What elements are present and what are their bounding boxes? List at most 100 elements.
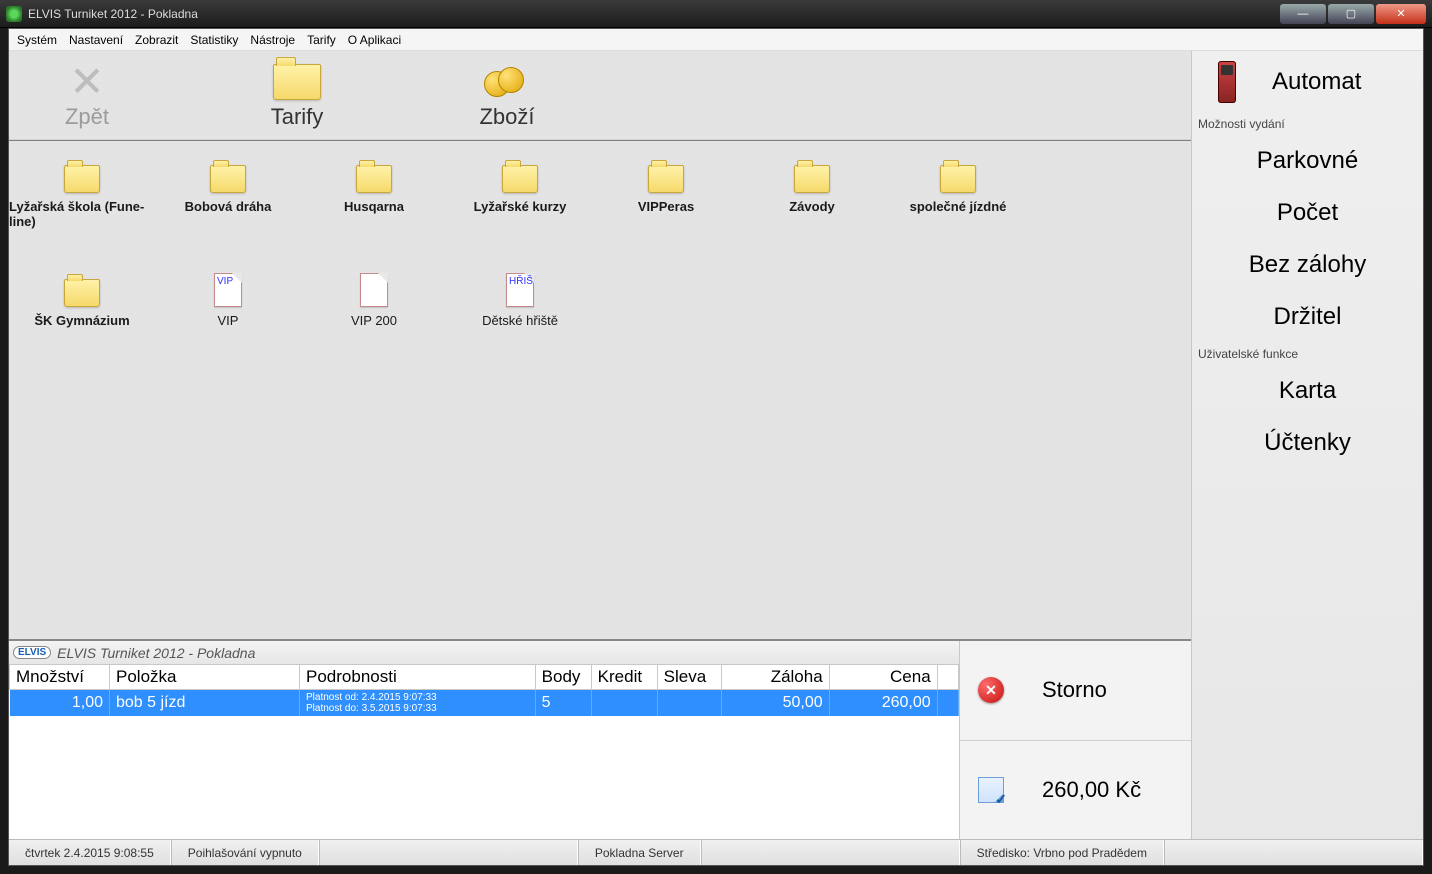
cell-deposit: 50,00	[721, 690, 829, 717]
menu-tools[interactable]: Nástroje	[250, 33, 295, 47]
section-issue-options: Možnosti vydání	[1192, 113, 1423, 135]
col-details[interactable]: Podrobnosti	[300, 665, 536, 690]
window-title: ELVIS Turniket 2012 - Pokladna	[28, 7, 1278, 21]
minimize-button[interactable]: —	[1280, 4, 1326, 24]
menu-system[interactable]: Systém	[17, 33, 57, 47]
app-icon	[6, 6, 22, 22]
status-spacer3	[1164, 840, 1423, 865]
order-panel: ELVIS ELVIS Turniket 2012 - Pokladna	[9, 639, 1191, 839]
folder-icon	[64, 165, 100, 193]
category-label: Dětské hřiště	[482, 313, 558, 328]
pocet-button[interactable]: Počet	[1192, 187, 1423, 239]
status-spacer1	[319, 840, 578, 865]
col-item[interactable]: Položka	[110, 665, 300, 690]
folder-icon	[356, 165, 392, 193]
menu-settings[interactable]: Nastavení	[69, 33, 123, 47]
category-item[interactable]: Husqarna	[301, 159, 447, 229]
status-server: Pokladna Server	[578, 840, 701, 865]
titlebar[interactable]: ELVIS Turniket 2012 - Pokladna — ▢ ✕	[0, 0, 1432, 28]
category-label: Husqarna	[344, 199, 404, 214]
cell-item: bob 5 jízd	[110, 690, 300, 717]
category-label: Lyžařské kurzy	[474, 199, 567, 214]
category-label: VIP	[218, 313, 239, 328]
back-button[interactable]: ✕ Zpět	[17, 60, 157, 130]
menu-stats[interactable]: Statistiky	[190, 33, 238, 47]
client-area: Systém Nastavení Zobrazit Statistiky Nás…	[8, 28, 1424, 866]
back-label: Zpět	[65, 104, 109, 130]
menubar: Systém Nastavení Zobrazit Statistiky Nás…	[9, 29, 1423, 51]
scanner-icon	[1218, 61, 1236, 103]
goods-button[interactable]: Zboží	[437, 60, 577, 130]
category-label: VIP 200	[351, 313, 397, 328]
total-label: 260,00 Kč	[1042, 777, 1141, 803]
category-item[interactable]: ŠK Gymnázium	[9, 273, 155, 328]
col-discount[interactable]: Sleva	[657, 665, 721, 690]
folder-icon	[502, 165, 538, 193]
col-credit[interactable]: Kredit	[591, 665, 657, 690]
category-item[interactable]: Lyžařská škola (Fune-line)	[9, 159, 155, 229]
cell-qty: 1,00	[10, 690, 110, 717]
tariffs-label: Tarify	[271, 104, 324, 130]
toolbar: ✕ Zpět Tarify Zboží	[9, 51, 1191, 141]
folder-icon	[273, 64, 321, 100]
menu-tariffs[interactable]: Tarify	[307, 33, 336, 47]
elvis-logo: ELVIS	[13, 646, 51, 659]
order-title: ELVIS Turniket 2012 - Pokladna	[57, 645, 255, 661]
close-button[interactable]: ✕	[1376, 4, 1426, 24]
section-user-functions: Uživatelské funkce	[1192, 343, 1423, 365]
uctenky-button[interactable]: Účtenky	[1192, 417, 1423, 469]
document-icon: VIP	[214, 273, 242, 307]
category-item[interactable]: Bobová dráha	[155, 159, 301, 229]
cancel-icon	[978, 677, 1004, 703]
category-area: Lyžařská škola (Fune-line) Bobová dráha Hu…	[9, 141, 1191, 639]
maximize-button[interactable]: ▢	[1328, 4, 1374, 24]
category-item[interactable]: VIP VIP	[155, 273, 301, 328]
col-spacer	[937, 665, 958, 690]
cell-spacer	[937, 690, 958, 717]
category-label: společné jízdné	[910, 199, 1007, 214]
col-qty[interactable]: Množství	[10, 665, 110, 690]
storno-button[interactable]: Storno	[960, 641, 1191, 740]
automat-label: Automat	[1272, 68, 1361, 96]
category-label: ŠK Gymnázium	[34, 313, 129, 328]
category-item[interactable]: Závody	[739, 159, 885, 229]
cell-credit	[591, 690, 657, 717]
coins-icon	[484, 67, 530, 97]
category-label: VIPPeras	[638, 199, 694, 214]
category-item[interactable]: Lyžařské kurzy	[447, 159, 593, 229]
statusbar: čtvrtek 2.4.2015 9:08:55 Poihlašování vy…	[9, 839, 1423, 865]
karta-button[interactable]: Karta	[1192, 365, 1423, 417]
document-icon	[360, 273, 388, 307]
category-label: Lyžařská škola (Fune-line)	[9, 199, 155, 229]
menu-about[interactable]: O Aplikaci	[348, 33, 401, 47]
folder-icon	[940, 165, 976, 193]
storno-label: Storno	[1042, 677, 1107, 703]
cell-discount	[657, 690, 721, 717]
total-button[interactable]: 260,00 Kč	[960, 740, 1191, 840]
category-item[interactable]: VIP 200	[301, 273, 447, 328]
goods-label: Zboží	[479, 104, 534, 130]
bez-zalohy-button[interactable]: Bez zálohy	[1192, 239, 1423, 291]
parkovne-button[interactable]: Parkovné	[1192, 135, 1423, 187]
category-label: Závody	[789, 199, 835, 214]
x-icon: ✕	[69, 61, 104, 103]
order-table: Množství Položka Podrobnosti Body Kredit…	[9, 665, 959, 839]
folder-icon	[64, 279, 100, 307]
category-item[interactable]: společné jízdné	[885, 159, 1031, 229]
category-item[interactable]: VIPPeras	[593, 159, 739, 229]
automat-button[interactable]: Automat	[1192, 51, 1423, 113]
cell-price: 260,00	[829, 690, 937, 717]
col-points[interactable]: Body	[535, 665, 591, 690]
folder-icon	[648, 165, 684, 193]
col-price[interactable]: Cena	[829, 665, 937, 690]
category-label: Bobová dráha	[185, 199, 272, 214]
table-row[interactable]: 1,00bob 5 jízdPlatnost od: 2.4.2015 9:07…	[10, 690, 959, 717]
drzitel-button[interactable]: Držitel	[1192, 291, 1423, 343]
col-deposit[interactable]: Záloha	[721, 665, 829, 690]
category-item[interactable]: HŘIŠ Dětské hřiště	[447, 273, 593, 328]
cell-points: 5	[535, 690, 591, 717]
document-icon: HŘIŠ	[506, 273, 534, 307]
tariffs-button[interactable]: Tarify	[227, 60, 367, 130]
menu-view[interactable]: Zobrazit	[135, 33, 178, 47]
status-datetime: čtvrtek 2.4.2015 9:08:55	[9, 840, 171, 865]
